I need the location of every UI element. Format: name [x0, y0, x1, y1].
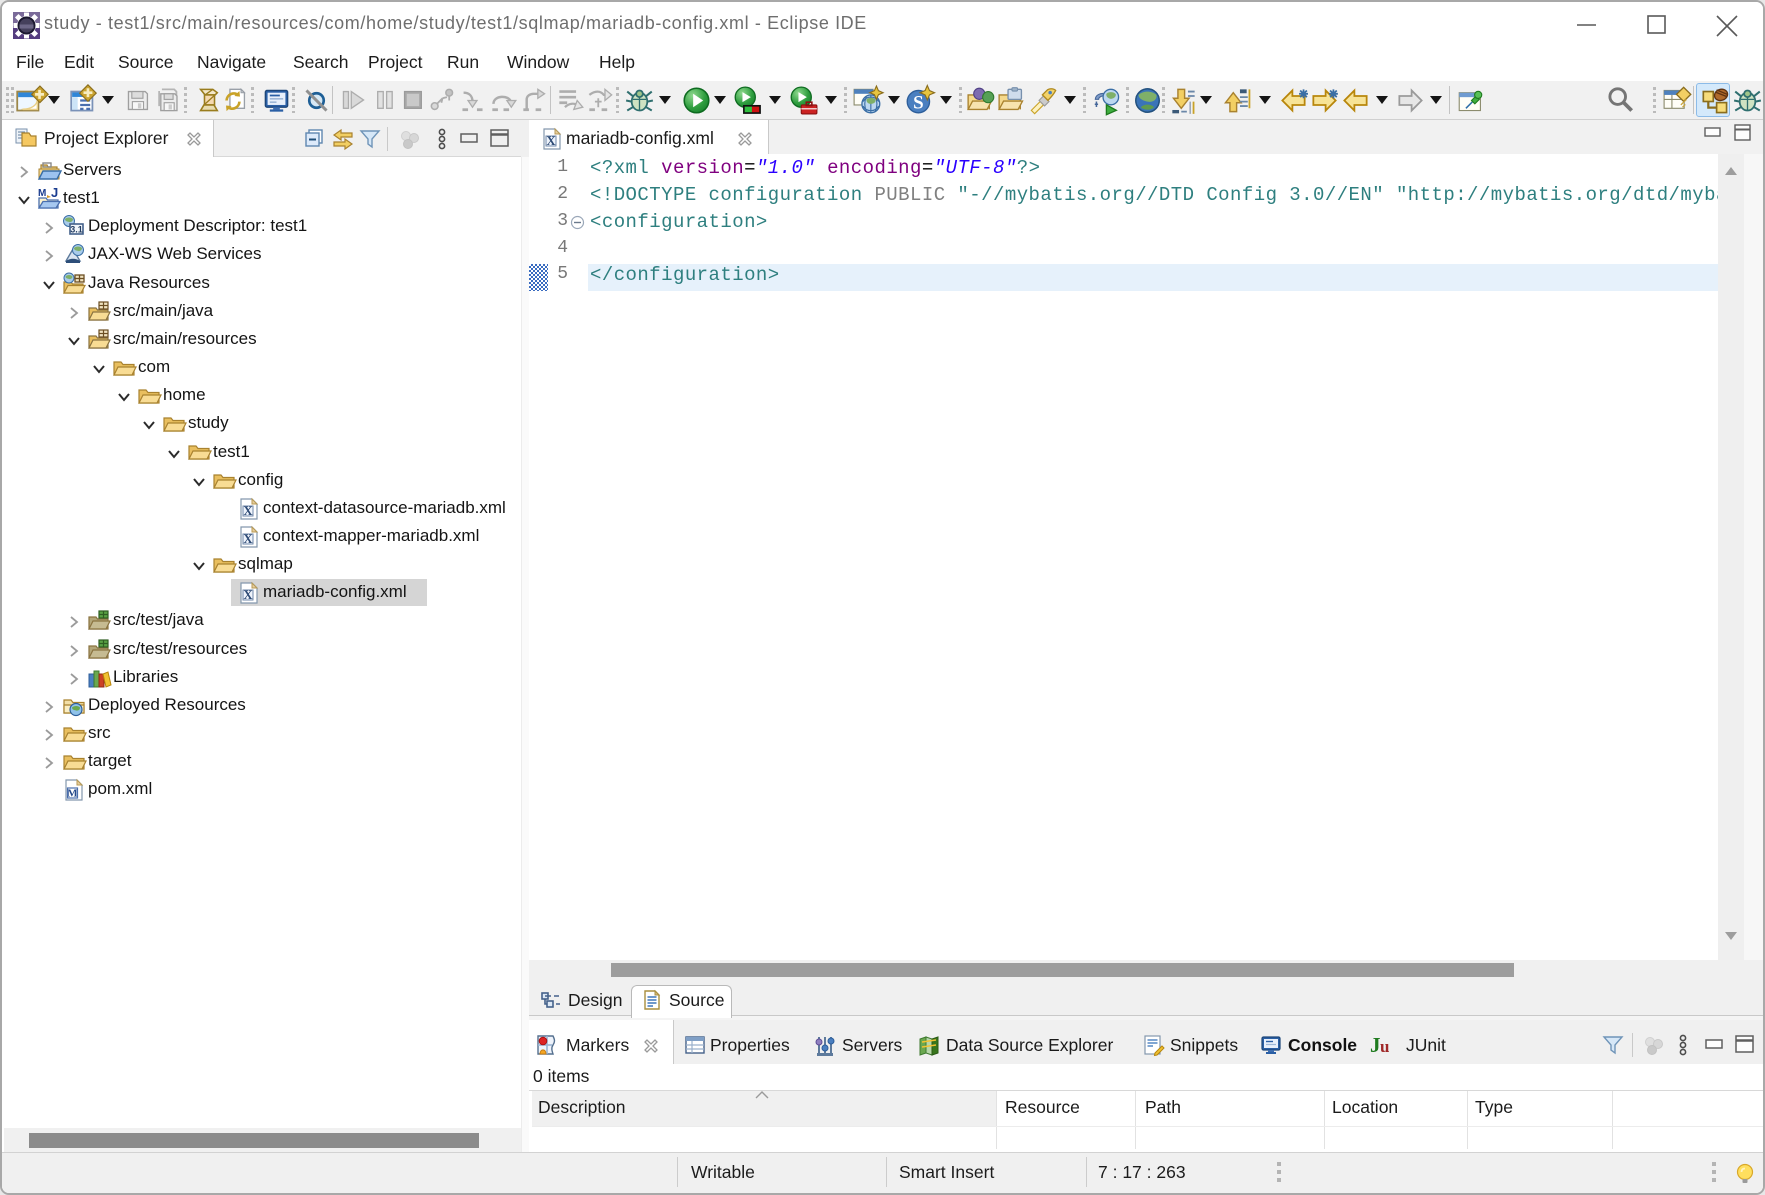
- svg-text:X: X: [243, 504, 252, 518]
- svg-text:u: u: [1380, 1037, 1389, 1056]
- svg-text:X: X: [243, 588, 252, 602]
- svg-text:X: X: [243, 532, 252, 546]
- svg-text:J: J: [1370, 1033, 1381, 1057]
- svg-text:J: J: [51, 185, 58, 200]
- svg-text:M: M: [67, 788, 78, 800]
- svg-text:S: S: [913, 92, 924, 113]
- svg-text:X: X: [546, 134, 555, 148]
- svg-text:3.1: 3.1: [70, 225, 83, 235]
